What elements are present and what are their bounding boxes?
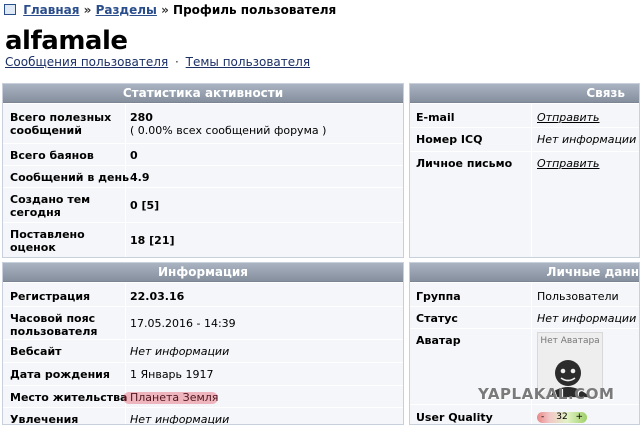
info-website-value: Нет информации: [130, 345, 230, 358]
user-topics-link[interactable]: Темы пользователя: [186, 55, 310, 69]
stats-ratings-today-value: 18 [21]: [130, 234, 175, 247]
stats-perday-label: Сообщений в день: [10, 171, 130, 184]
personal-panel-title: Личные данн: [410, 263, 639, 282]
personal-group-label: Группа: [416, 290, 461, 303]
contact-row-pm: Личное письмо Отправить: [410, 151, 639, 175]
stats-perday-value: 4.9: [130, 171, 150, 184]
info-registration-label: Регистрация: [10, 290, 91, 303]
info-panel-title: Информация: [3, 263, 403, 282]
personal-row-quality: User Quality - 32 +: [410, 404, 639, 424]
quality-plus-button[interactable]: +: [575, 412, 583, 423]
personal-group-value: Пользователи: [537, 290, 619, 303]
home-icon[interactable]: [4, 4, 16, 15]
contact-icq-value: Нет информации: [537, 133, 637, 146]
info-hobbies-value: Нет информации: [130, 413, 230, 425]
stats-bayan-value: 0: [130, 149, 138, 162]
stats-topics-today-value: 0 [5]: [130, 199, 160, 212]
stats-panel: Статистика активности Всего полезных соо…: [2, 83, 404, 258]
contact-row-icq: Номер ICQ Нет информации: [410, 127, 639, 151]
breadcrumb-separator: »: [161, 3, 169, 17]
stats-row-total: Всего полезных сообщений 280 ( 0.00% все…: [3, 103, 403, 143]
stats-row-perday: Сообщений в день 4.9: [3, 165, 403, 187]
info-row-hobbies: Увлечения Нет информации: [3, 407, 403, 425]
personal-status-label: Статус: [416, 312, 458, 325]
breadcrumb-sections-link[interactable]: Разделы: [96, 3, 157, 17]
user-posts-link[interactable]: Сообщения пользователя: [5, 55, 168, 69]
breadcrumb: Главная » Разделы » Профиль пользователя: [4, 3, 336, 17]
contact-icq-label: Номер ICQ: [416, 133, 483, 146]
contact-panel: Связь E-mail Отправить Номер ICQ Нет инф…: [409, 83, 640, 258]
contact-row-email: E-mail Отправить: [410, 103, 639, 127]
info-registration-value: 22.03.16: [130, 290, 185, 303]
info-timezone-value: 17.05.2016 - 14:39: [130, 317, 236, 330]
info-birthdate-label: Дата рождения: [10, 368, 110, 381]
highlight-mark: [123, 392, 218, 404]
breadcrumb-current: Профиль пользователя: [173, 3, 337, 17]
stats-panel-title: Статистика активности: [3, 84, 403, 103]
personal-quality-label: User Quality: [416, 411, 493, 424]
info-birthdate-value: 1 Январь 1917: [130, 368, 214, 381]
stats-row-topics-today: Создано тем сегодня 0 [5]: [3, 187, 403, 222]
personal-row-status: Статус Нет информации: [410, 306, 639, 328]
info-website-label: Вебсайт: [10, 345, 62, 358]
info-row-timezone: Часовой пояс пользователя 17.05.2016 - 1…: [3, 306, 403, 339]
info-location-label: Место жительства: [10, 391, 128, 404]
personal-avatar-label: Аватар: [416, 334, 461, 347]
user-quality-value: 32: [556, 412, 568, 422]
quality-minus-button[interactable]: -: [541, 412, 544, 423]
user-quality-bar: - 32 +: [537, 412, 587, 423]
send-email-link[interactable]: Отправить: [537, 111, 600, 124]
page-title: alfamale: [5, 26, 128, 56]
contact-panel-title: Связь: [410, 84, 639, 103]
stats-row-bayan: Всего баянов 0: [3, 143, 403, 165]
info-hobbies-label: Увлечения: [10, 413, 79, 425]
stats-topics-today-label: Создано тем сегодня: [10, 193, 91, 219]
contact-email-label: E-mail: [416, 111, 455, 124]
personal-status-value: Нет информации: [537, 312, 637, 325]
info-row-website: Вебсайт Нет информации: [3, 339, 403, 362]
site-watermark: YAPLAKAL.COM: [478, 385, 615, 403]
stats-total-percent: ( 0.00% всех сообщений форума ): [130, 124, 327, 137]
sublinks-separator: ·: [175, 55, 179, 69]
stats-row-ratings-today: Поставлено оценок сегодня 18 [21]: [3, 222, 403, 257]
info-row-birthdate: Дата рождения 1 Январь 1917: [3, 362, 403, 385]
profile-sublinks: Сообщения пользователя · Темы пользовате…: [5, 55, 310, 69]
info-timezone-label: Часовой пояс пользователя: [10, 312, 98, 338]
breadcrumb-separator: »: [83, 3, 92, 17]
stats-bayan-label: Всего баянов: [10, 149, 94, 162]
breadcrumb-home-link[interactable]: Главная: [23, 3, 79, 17]
stats-total-label: Всего полезных сообщений: [10, 111, 112, 137]
send-pm-link[interactable]: Отправить: [537, 157, 600, 170]
personal-row-group: Группа Пользователи: [410, 282, 639, 306]
info-row-registration: Регистрация 22.03.16: [3, 282, 403, 306]
contact-pm-label: Личное письмо: [416, 157, 513, 170]
stats-total-value: 280: [130, 111, 153, 124]
stats-ratings-today-label: Поставлено оценок сегодня: [10, 228, 85, 257]
